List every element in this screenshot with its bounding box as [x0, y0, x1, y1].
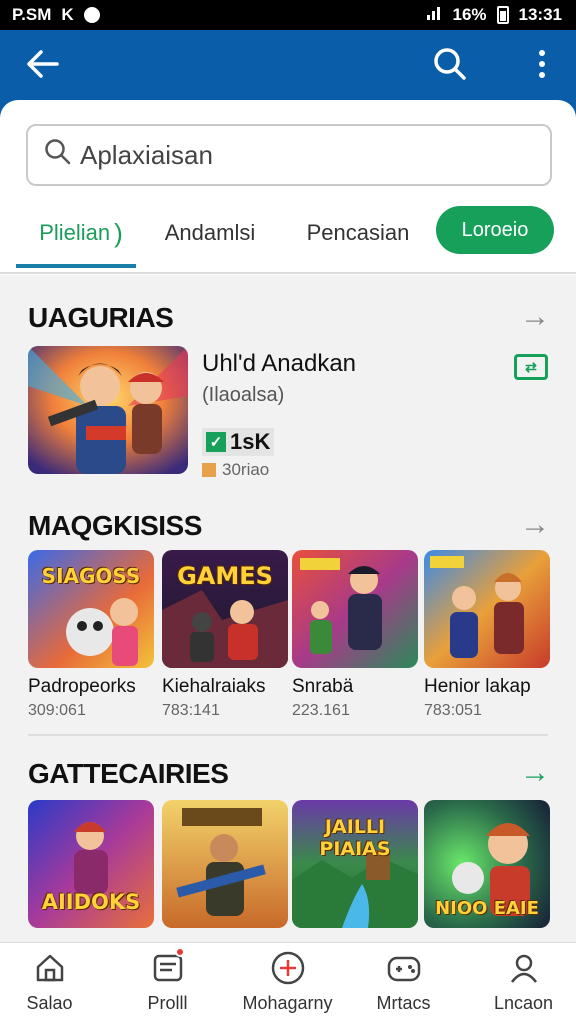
nav-label: Prolll	[147, 993, 188, 1013]
person-icon	[505, 949, 543, 987]
game-thumbnail	[424, 550, 550, 668]
battery-icon	[496, 6, 509, 24]
nav-item-games[interactable]: Mrtacs	[346, 949, 461, 1021]
back-arrow-icon[interactable]	[22, 44, 62, 84]
status-text: P.SM	[12, 5, 52, 24]
status-bar: P.SM K 16% 13:31	[0, 0, 576, 30]
section-title: GATTECAIRIES	[28, 758, 229, 789]
nav-item-add[interactable]: Mohagarny	[230, 949, 345, 1021]
rating-icon	[202, 463, 216, 477]
thumbnail-logo-text: JAILLI PIAIAS	[319, 816, 391, 860]
tab-label: Loroeio	[461, 218, 529, 241]
featured-title[interactable]: Uhl'd Anadkan	[202, 350, 356, 378]
nav-item-home[interactable]: Salao	[0, 949, 107, 1021]
card-meta: 783:051	[424, 702, 482, 719]
arrow-right-icon[interactable]: →	[520, 756, 550, 790]
thumbnail-logo-text: AIIDOKS	[41, 890, 141, 914]
bottom-navigation: Salao Prolll Mohagarny Mrtacs Lncaon	[0, 942, 576, 1024]
game-card[interactable]	[162, 800, 288, 928]
search-icon[interactable]	[430, 44, 470, 84]
game-thumbnail: GAMES	[162, 550, 288, 668]
home-icon	[31, 949, 69, 987]
game-thumbnail: AIIDOKS	[28, 800, 154, 928]
section-title: UAGURIAS	[28, 302, 174, 333]
check-icon: ✓	[206, 432, 226, 452]
game-thumbnail: SIAGOSS	[28, 550, 154, 668]
search-field-icon	[44, 138, 72, 173]
arrow-right-icon[interactable]: →	[520, 508, 550, 542]
arrow-right-icon[interactable]: →	[520, 300, 550, 334]
game-thumbnail: JAILLI PIAIAS	[292, 800, 418, 928]
battery-percent: 16%	[452, 5, 487, 24]
more-vert-icon[interactable]	[522, 44, 562, 84]
game-thumbnail	[162, 800, 288, 928]
header-sheet: Aplaxiaisan Plielian ) Andamlsi Pencasia…	[0, 100, 576, 275]
game-card[interactable]: Henior lakap 783:051	[424, 550, 550, 720]
plus-circle-icon	[269, 949, 307, 987]
game-card[interactable]: Snrabä 223.161	[292, 550, 418, 720]
nav-label: Salao	[26, 993, 73, 1013]
card-meta: 783:141	[162, 702, 220, 719]
card-title: Henior lakap	[424, 676, 531, 697]
nav-label: Mrtacs	[376, 993, 431, 1013]
signal-icon	[426, 5, 442, 26]
game-card[interactable]: SIAGOSS Padropeorks 309:061	[28, 550, 154, 720]
game-card[interactable]: AIIDOKS	[28, 800, 154, 928]
featured-badge: ✓ 1sK	[202, 428, 275, 456]
clock: 13:31	[518, 5, 562, 24]
game-card[interactable]: GAMES Kiehalraiaks 783:141	[162, 550, 288, 720]
gamepad-icon	[385, 949, 423, 987]
featured-subtitle: (Ilaoalsa)	[202, 384, 285, 406]
game-card[interactable]: JAILLI PIAIAS	[292, 800, 418, 928]
tab-indicator	[16, 264, 136, 268]
tab-label: Plielian	[39, 220, 111, 245]
tab-pencasian[interactable]: Pencasian	[296, 204, 420, 262]
install-button[interactable]: ⇄	[514, 354, 548, 380]
game-thumbnail	[292, 550, 418, 668]
meta-text: 30riao	[222, 460, 270, 479]
card-meta: 309:061	[28, 702, 86, 719]
featured-meta: 30riao	[202, 460, 269, 480]
divider	[0, 272, 576, 274]
nav-item-inbox[interactable]: Prolll	[110, 947, 225, 1021]
thumbnail-logo-text: NIOO EAIE	[435, 898, 539, 919]
notification-dot	[174, 947, 185, 957]
status-right: 16% 13:31	[426, 5, 562, 26]
badge-text: 1sK	[230, 429, 271, 454]
divider	[28, 734, 548, 736]
nav-item-profile[interactable]: Lncaon	[466, 949, 576, 1021]
tab-andamlsi[interactable]: Andamlsi	[150, 204, 270, 262]
tab-loroeio[interactable]: Loroeio	[436, 206, 554, 254]
card-title: Kiehalraiaks	[162, 676, 266, 697]
section-title: MAQGKISISS	[28, 510, 202, 541]
tab-label: Pencasian	[306, 220, 410, 245]
notification-icon: K	[61, 5, 74, 24]
status-left: P.SM K	[12, 5, 100, 25]
tab-plielian[interactable]: Plielian )	[26, 204, 136, 262]
search-input[interactable]: Aplaxiaisan	[26, 124, 552, 186]
tab-active-arc-icon: )	[114, 217, 123, 248]
featured-game-image[interactable]	[28, 346, 188, 474]
card-meta: 223.161	[292, 702, 350, 719]
app-notification-icon	[83, 7, 100, 23]
tab-label: Andamlsi	[164, 220, 256, 245]
inbox-icon	[149, 947, 187, 987]
nav-label: Lncaon	[493, 993, 554, 1013]
card-title: Snrabä	[292, 676, 354, 697]
nav-label: Mohagarny	[242, 993, 333, 1013]
thumbnail-logo-text: GAMES	[177, 562, 273, 590]
thumbnail-logo-text: SIAGOSS	[41, 564, 141, 588]
game-thumbnail: NIOO EAIE	[424, 800, 550, 928]
card-title: Padropeorks	[28, 676, 136, 697]
search-placeholder: Aplaxiaisan	[80, 139, 213, 170]
game-card[interactable]: NIOO EAIE	[424, 800, 550, 928]
